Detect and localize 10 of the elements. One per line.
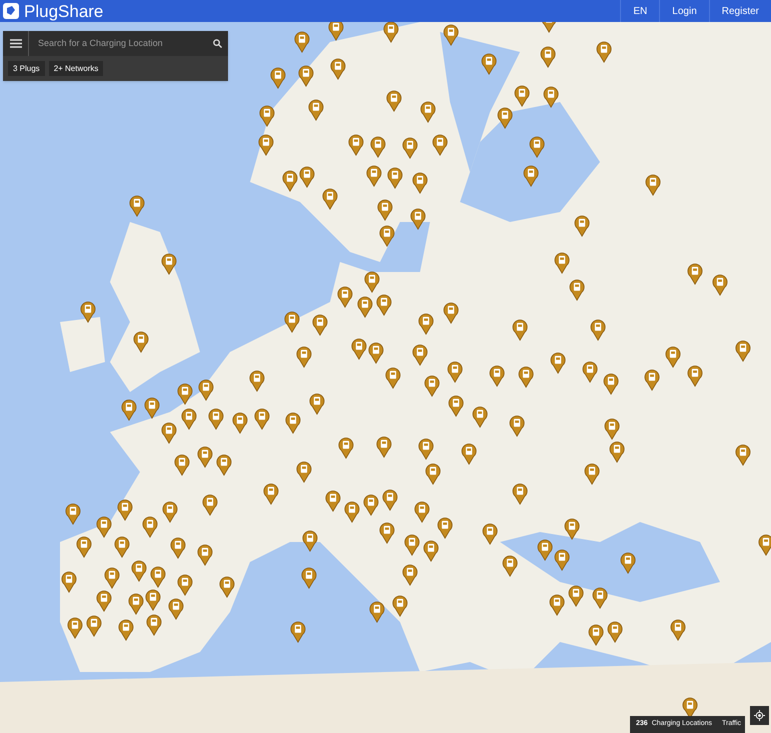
filter-chip[interactable]: 3 Plugs bbox=[8, 61, 45, 76]
crosshair-icon bbox=[754, 710, 765, 721]
menu-icon bbox=[10, 39, 22, 48]
menu-button[interactable] bbox=[3, 31, 29, 56]
search-field[interactable]: Search for a Charging Location bbox=[29, 31, 206, 56]
search-icon bbox=[212, 39, 222, 48]
filter-chip[interactable]: 2+ Networks bbox=[48, 61, 104, 76]
locate-button[interactable] bbox=[750, 706, 769, 725]
search-button[interactable] bbox=[206, 31, 228, 56]
logo-text: PlugShare bbox=[24, 2, 104, 20]
